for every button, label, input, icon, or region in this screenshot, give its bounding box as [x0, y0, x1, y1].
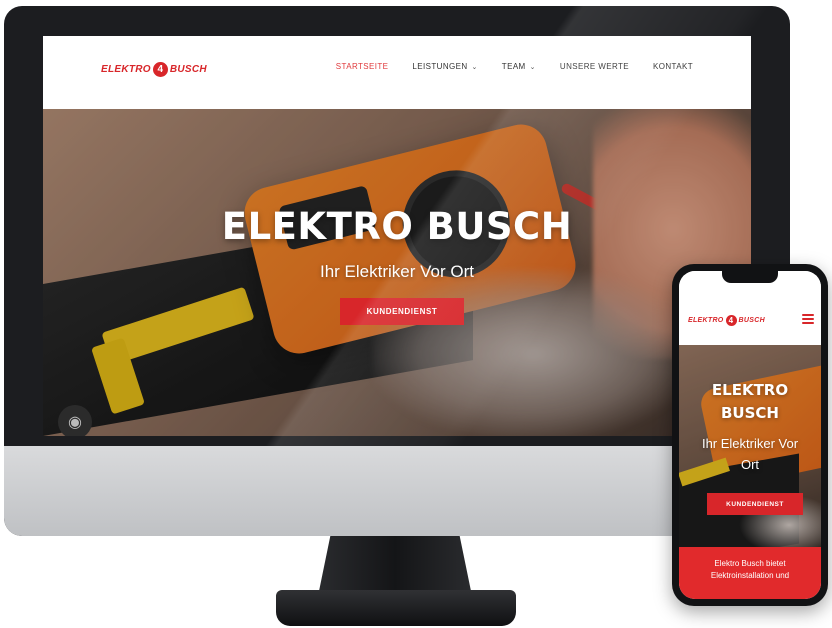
nav-label: KONTAKT	[653, 62, 693, 71]
menu-bar	[802, 322, 814, 324]
nav-label: TEAM	[501, 62, 526, 71]
hero-subtitle: Ihr Elektriker Vor Ort	[320, 262, 474, 281]
kundendienst-button[interactable]: KUNDENDIENST	[340, 298, 464, 325]
main-navigation: STARTSEITE LEISTUNGEN ⌄ TEAM ⌄ UNSERE WE…	[336, 62, 693, 71]
menu-bar	[802, 318, 814, 320]
nav-item-leistungen[interactable]: LEISTUNGEN ⌄	[412, 62, 477, 71]
menu-bar	[802, 314, 814, 316]
logo-text-elektro: ELEKTRO	[688, 317, 724, 324]
mobile-site-logo[interactable]: ELEKTRO 4 BUSCH	[688, 315, 765, 326]
nav-label: LEISTUNGEN	[412, 62, 468, 71]
intro-text-line: Elektro Busch bietet	[714, 559, 786, 568]
nav-item-team[interactable]: TEAM ⌄	[502, 62, 536, 71]
mobile-hero-subtitle: Ihr Elektriker Vor Ort	[679, 433, 821, 475]
mobile-website-screen: ELEKTRO 4 BUSCH ELEKTRO BUSCH Ihr Elektr…	[679, 271, 821, 599]
site-header: ELEKTRO 4 BUSCH STARTSEITE LEISTUNGEN ⌄ …	[43, 36, 751, 109]
monitor-stand-neck	[318, 536, 472, 596]
nav-label: STARTSEITE	[335, 62, 389, 71]
nav-item-startseite[interactable]: STARTSEITE	[336, 62, 389, 71]
mobile-hero-subtitle-line: Ihr Elektriker Vor	[701, 436, 799, 451]
logo-text-busch: BUSCH	[169, 64, 207, 75]
monitor-stand-base	[276, 590, 516, 626]
lightning-bolt-icon: 4	[152, 62, 168, 77]
lightning-bolt-icon: 4	[725, 315, 737, 326]
mobile-hero-section: ELEKTRO BUSCH Ihr Elektriker Vor Ort KUN…	[679, 345, 821, 547]
logo-text-elektro: ELEKTRO	[101, 64, 151, 75]
mobile-kundendienst-button[interactable]: KUNDENDIENST	[707, 493, 803, 515]
hero-title: ELEKTRO BUSCH	[221, 205, 573, 248]
fingerprint-icon[interactable]: ◉	[58, 405, 92, 436]
nav-item-unsere-werte[interactable]: UNSERE WERTE	[560, 62, 629, 71]
logo-text-busch: BUSCH	[738, 317, 765, 324]
hero-section: ELEKTRO BUSCH Ihr Elektriker Vor Ort KUN…	[43, 109, 751, 436]
hamburger-menu-icon[interactable]	[802, 313, 814, 325]
chevron-down-icon: ⌄	[529, 63, 536, 71]
intro-text-line: Elektroinstallation und	[710, 571, 790, 580]
mobile-hero-title: ELEKTRO BUSCH	[679, 379, 821, 425]
mobile-hero-title-line: BUSCH	[721, 404, 779, 422]
site-logo[interactable]: ELEKTRO 4 BUSCH	[101, 62, 207, 77]
mobile-intro-section: Elektro Busch bietet Elektroinstallation…	[679, 547, 821, 599]
chevron-down-icon: ⌄	[471, 63, 478, 71]
phone-notch	[722, 271, 778, 283]
desktop-website-screen: ELEKTRO 4 BUSCH STARTSEITE LEISTUNGEN ⌄ …	[43, 36, 751, 436]
nav-label: UNSERE WERTE	[559, 62, 629, 71]
nav-item-kontakt[interactable]: KONTAKT	[653, 62, 693, 71]
mobile-hero-subtitle-line: Ort	[740, 457, 760, 472]
mobile-hero-title-line: ELEKTRO	[711, 381, 789, 399]
smartphone: ELEKTRO 4 BUSCH ELEKTRO BUSCH Ihr Elektr…	[672, 264, 828, 606]
